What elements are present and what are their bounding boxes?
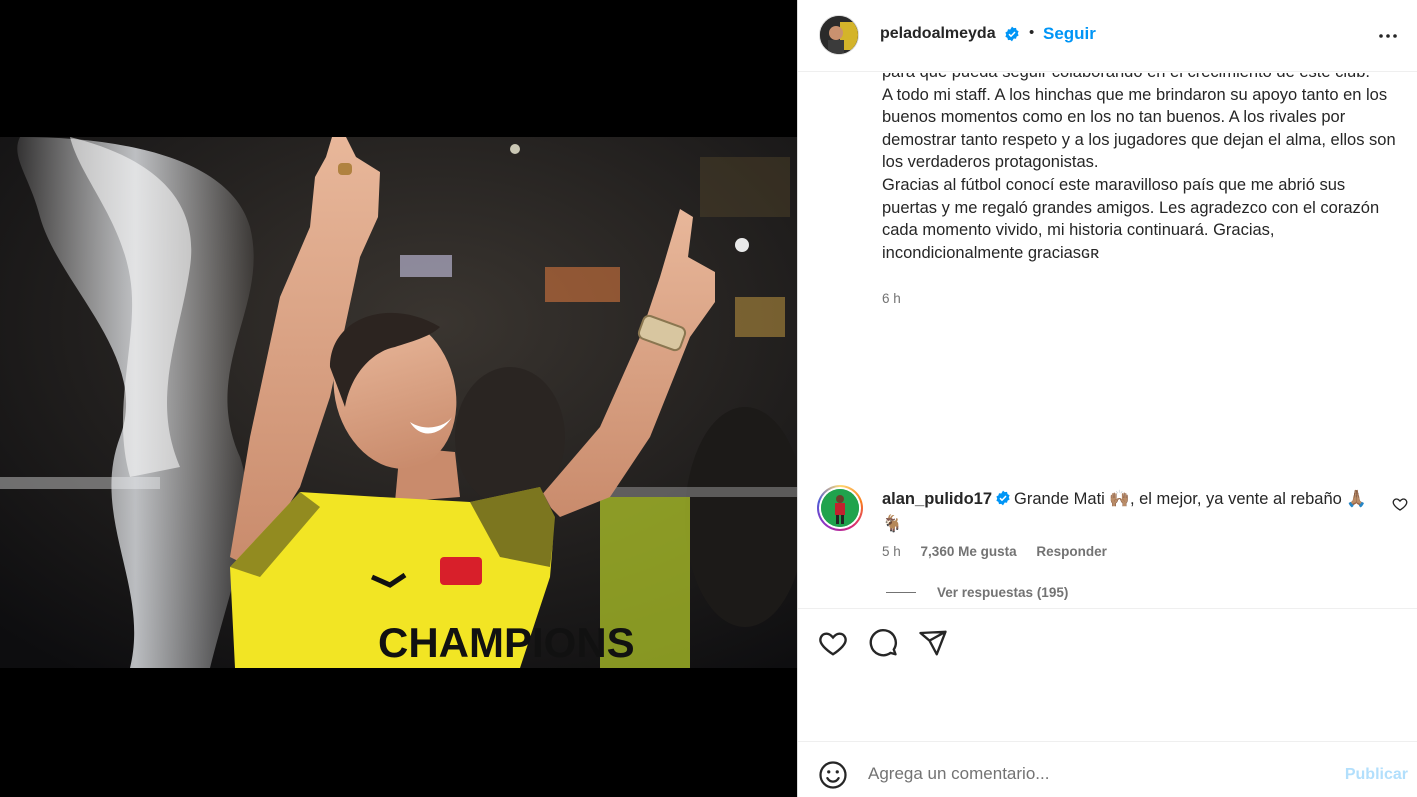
comment-body: alan_pulido17 Grande Mati 🙌🏽, el mejor, y… — [882, 488, 1372, 535]
replies-divider — [886, 592, 916, 593]
comment-meta: 5 h 7,360 Me gusta Responder — [882, 544, 1123, 559]
more-options-icon[interactable] — [1376, 24, 1400, 48]
post-sidebar: peladoalmeyda • Seguir para que pueda se… — [797, 0, 1417, 797]
comment-heart-icon[interactable] — [1392, 496, 1408, 517]
reply-button[interactable]: Responder — [1036, 544, 1107, 559]
post-media[interactable]: CHAMPIONS — [0, 0, 797, 797]
view-replies-button[interactable]: Ver respuestas (195) — [886, 585, 1068, 600]
verified-badge-icon — [1004, 26, 1020, 47]
post-photo: CHAMPIONS — [0, 137, 797, 668]
author-avatar-icon — [820, 16, 858, 54]
commenter-avatar-icon — [821, 489, 859, 527]
jersey-text: CHAMPIONS — [378, 619, 635, 666]
view-replies-label: Ver respuestas (195) — [937, 585, 1069, 600]
comments-scroll-area[interactable]: para que pueda seguir colaborando en el … — [798, 73, 1417, 609]
post-header: peladoalmeyda • Seguir — [798, 0, 1417, 72]
speech-bubble-icon[interactable] — [868, 628, 900, 660]
commenter-username[interactable]: alan_pulido17 — [882, 490, 992, 508]
comment-input[interactable] — [868, 758, 1308, 790]
post-actions — [798, 610, 1417, 670]
commenter-avatar[interactable] — [817, 485, 863, 531]
verified-badge-icon — [995, 490, 1011, 513]
header-separator: • — [1029, 24, 1035, 41]
comment-likes-count[interactable]: 7,360 Me gusta — [921, 544, 1017, 559]
comment-item: alan_pulido17 Grande Mati 🙌🏽, el mejor, y… — [798, 478, 1417, 588]
photo-man-pointing-up-icon: CHAMPIONS — [0, 137, 797, 668]
follow-button[interactable]: Seguir — [1043, 24, 1096, 44]
author-avatar[interactable] — [819, 15, 859, 55]
author-username[interactable]: peladoalmeyda — [880, 25, 996, 43]
heart-icon[interactable] — [818, 628, 850, 660]
emoji-icon[interactable] — [818, 760, 848, 790]
post-caption: para que pueda seguir colaborando en el … — [882, 73, 1396, 262]
comment-timestamp[interactable]: 5 h — [882, 544, 901, 559]
paper-plane-icon[interactable] — [918, 628, 950, 660]
comment-composer: Publicar — [798, 741, 1417, 797]
publish-button[interactable]: Publicar — [1345, 766, 1408, 784]
caption-timestamp[interactable]: 6 h — [882, 291, 901, 306]
